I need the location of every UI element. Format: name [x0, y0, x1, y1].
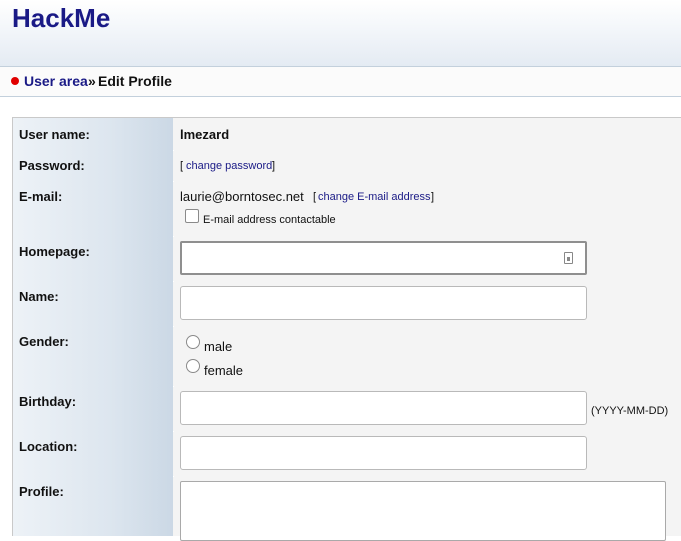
name-label: Name: [13, 281, 173, 326]
password-row: Password: [ change password ] [13, 150, 681, 182]
password-bracket-close: ] [272, 160, 276, 172]
change-email-link[interactable]: change E-mail address [318, 191, 431, 203]
email-contactable-label: E-mail address contactable [203, 214, 336, 226]
gender-female-label: female [204, 363, 244, 378]
site-header: HackMe [0, 0, 681, 67]
breadcrumb-user-area-link[interactable]: User area [24, 67, 88, 96]
email-label: E-mail: [13, 181, 173, 236]
gender-male-label: male [204, 339, 233, 354]
username-value: lmezard [180, 127, 230, 142]
profile-label: Profile: [13, 476, 173, 536]
homepage-input[interactable] [180, 241, 587, 275]
gender-female-radio[interactable] [186, 359, 200, 373]
edit-profile-form: User name: lmezard Password: [ change pa… [12, 117, 681, 541]
name-row: Name: [13, 281, 681, 327]
profile-textarea[interactable] [180, 481, 666, 541]
gender-male-radio[interactable] [186, 335, 200, 349]
name-input[interactable] [180, 286, 587, 320]
password-bracket-open: [ [180, 160, 184, 172]
email-bracket-open: [ [313, 191, 317, 203]
username-row: User name: lmezard [13, 118, 681, 151]
profile-row: Profile: [13, 476, 681, 541]
birthday-format-hint: (YYYY-MM-DD) [591, 405, 669, 417]
email-value: laurie@borntosec.net [180, 189, 304, 204]
breadcrumb-separator: » [88, 73, 96, 89]
username-label: User name: [13, 118, 173, 150]
change-password-link[interactable]: change password [186, 160, 272, 172]
location-row: Location: [13, 431, 681, 477]
birthday-label: Birthday: [13, 386, 173, 431]
gender-label: Gender: [13, 326, 173, 386]
email-bracket-close: ] [431, 191, 435, 203]
birthday-input[interactable] [180, 391, 587, 425]
email-contactable-checkbox[interactable] [185, 209, 199, 223]
bullet-icon [11, 77, 19, 85]
site-logo[interactable]: HackMe [12, 3, 110, 34]
gender-row: Gender: male female [13, 326, 681, 387]
breadcrumb-current: Edit Profile [98, 73, 172, 89]
homepage-row: Homepage: [13, 236, 681, 282]
homepage-label: Homepage: [13, 236, 173, 281]
location-input[interactable] [180, 436, 587, 470]
birthday-row: Birthday: (YYYY-MM-DD) [13, 386, 681, 432]
password-label: Password: [13, 150, 173, 181]
breadcrumb: User area » Edit Profile [0, 67, 681, 97]
email-row: E-mail: laurie@borntosec.net [ change E-… [13, 181, 681, 237]
location-label: Location: [13, 431, 173, 476]
contact-card-icon [564, 252, 573, 264]
